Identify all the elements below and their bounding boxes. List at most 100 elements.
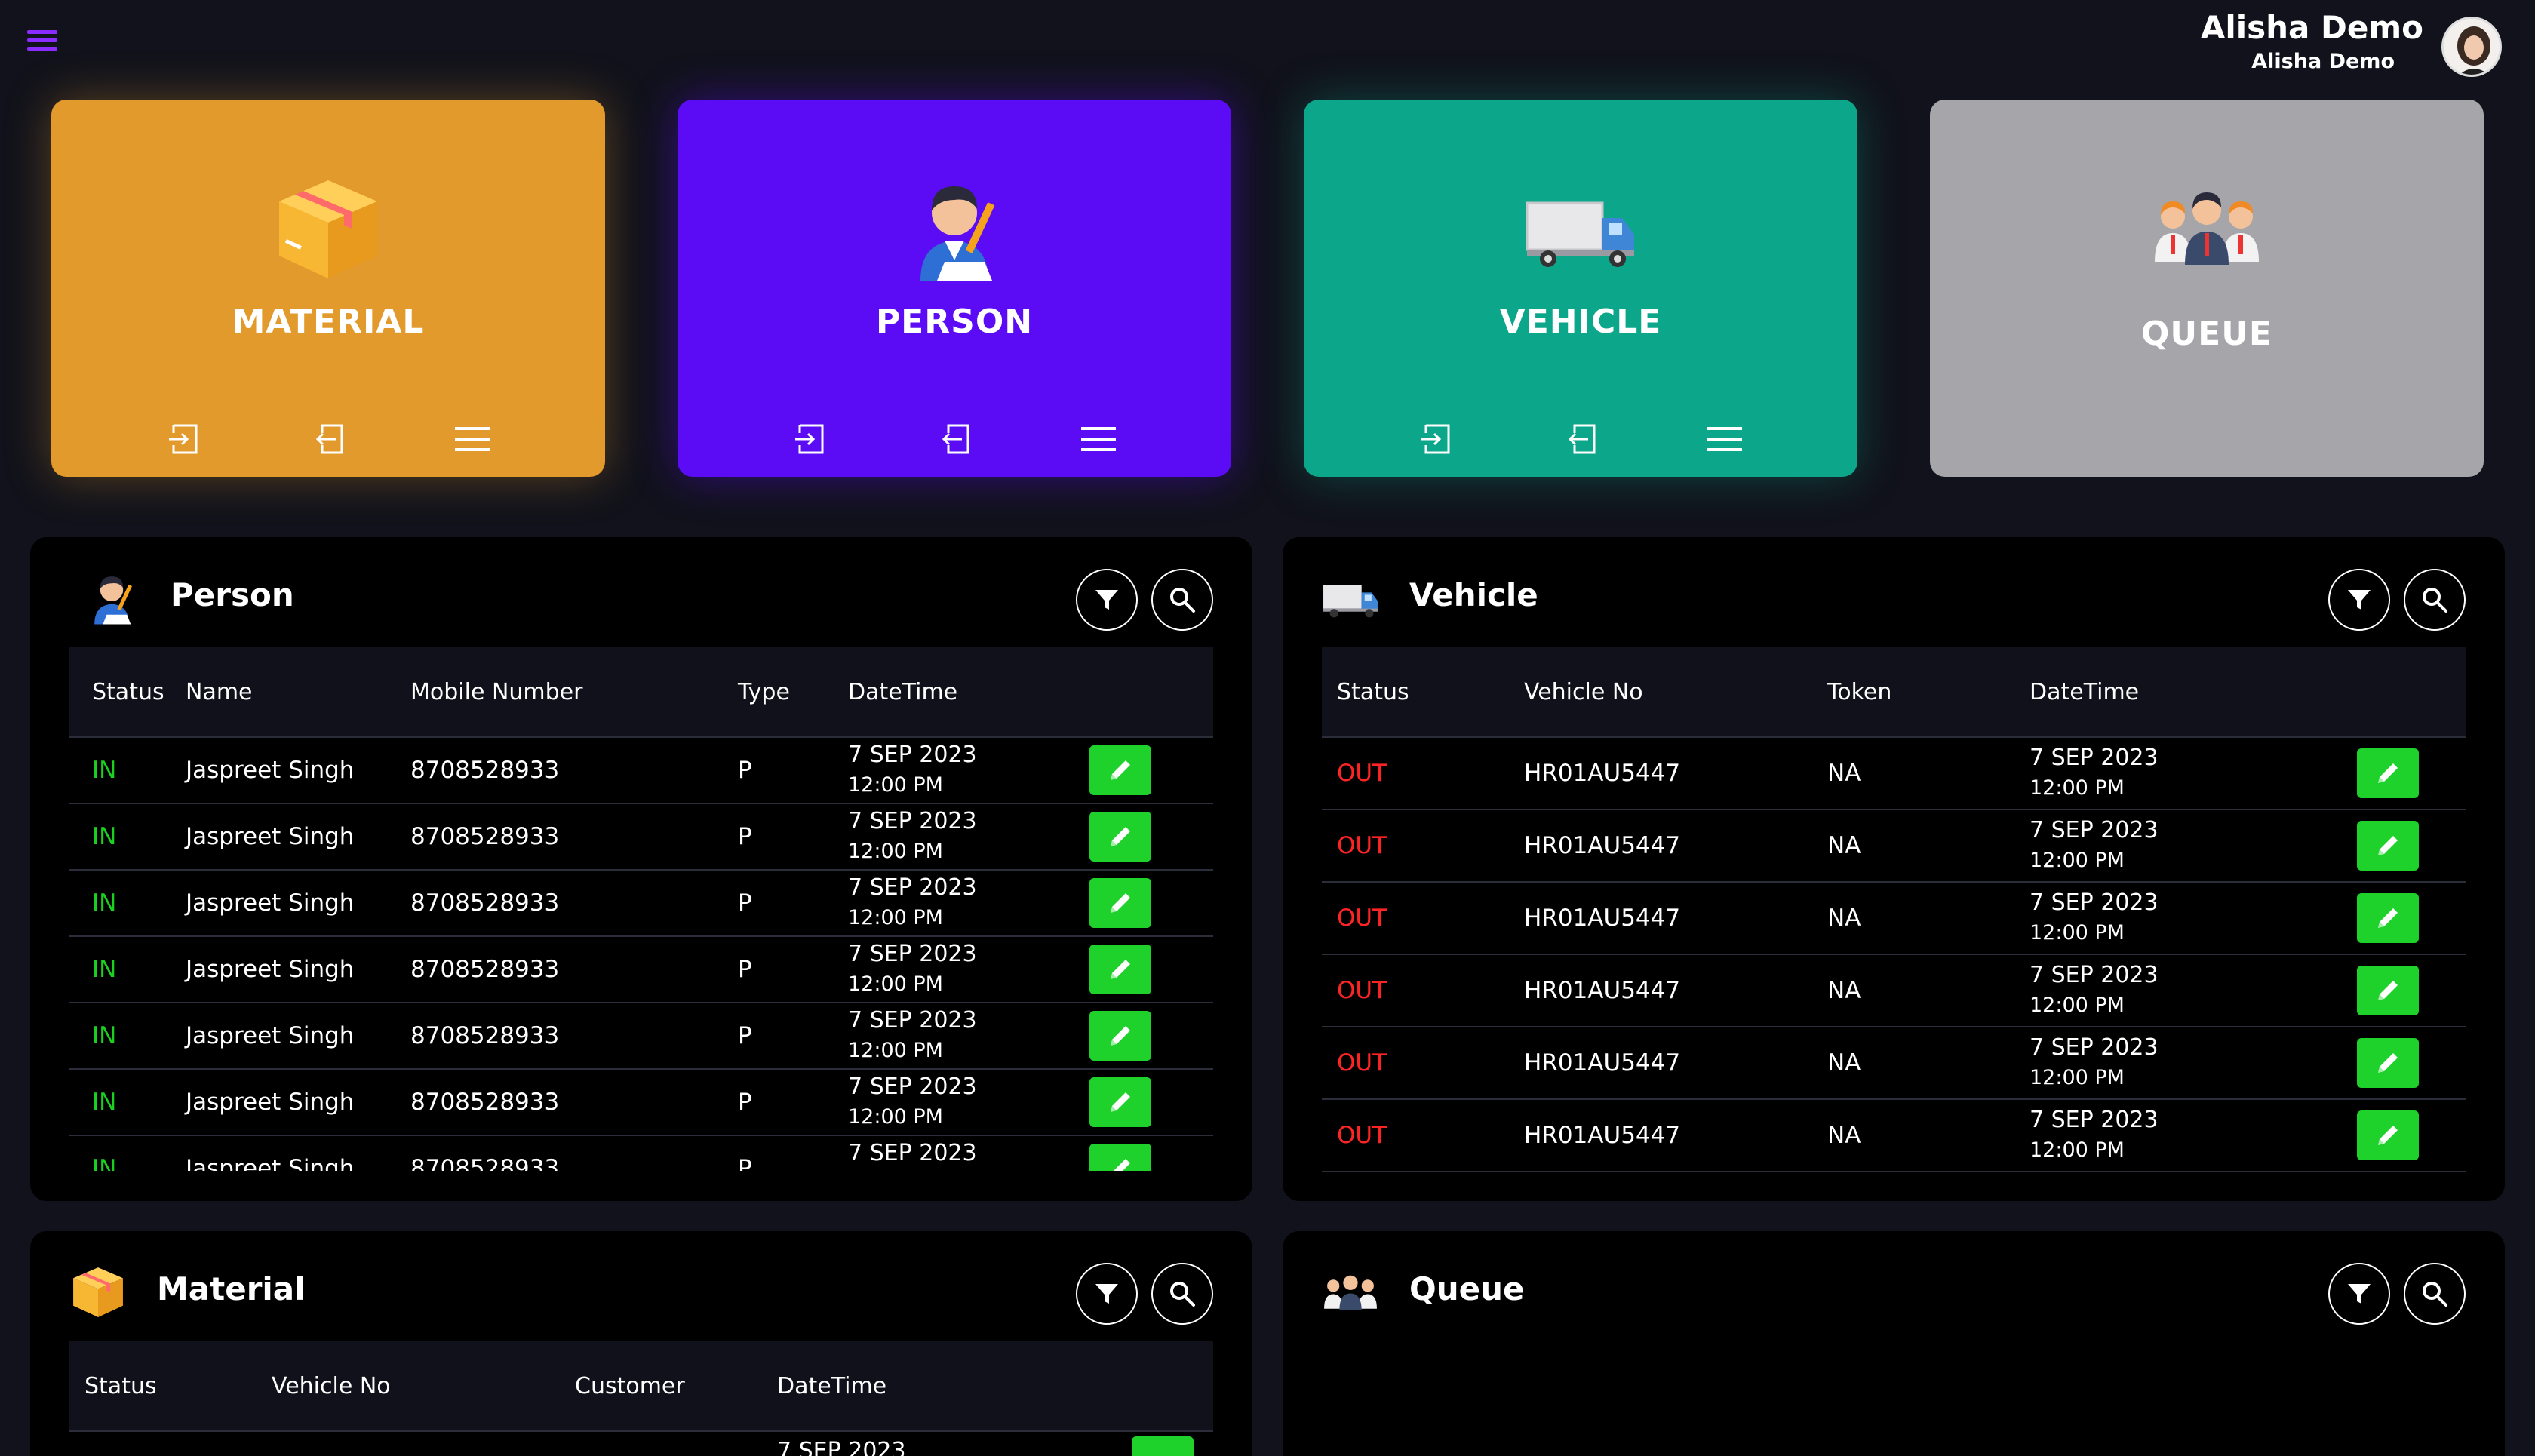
time-text: 12:00 PM: [848, 972, 943, 996]
table-row: OUT HR01AU5447 NA 7 SEP 2023 12:00 PM: [1322, 883, 2466, 955]
search-icon: [1170, 588, 1195, 613]
edit-button[interactable]: [1089, 745, 1151, 795]
edit-button[interactable]: [2357, 821, 2419, 871]
time-text: 12:00 PM: [2030, 776, 2125, 800]
pencil-icon: [1111, 960, 1130, 979]
panel-title: Material: [157, 1270, 306, 1307]
datetime: 7 SEP 2023 12:00 PM: [2030, 960, 2357, 1021]
search-icon: [2423, 1282, 2447, 1307]
mobile-cell: 8708528933: [410, 1022, 560, 1049]
status-badge: OUT: [1337, 832, 1387, 859]
check-in-icon[interactable]: [1412, 415, 1461, 463]
date-text: 7 SEP 2023: [848, 1007, 977, 1034]
name-cell: Jaspreet Singh: [186, 1089, 355, 1116]
datetime: 7 SEP 2023 12:00 PM: [2030, 1105, 2357, 1166]
list-icon[interactable]: [1701, 415, 1749, 463]
time-text: 12:00 PM: [2030, 849, 2125, 872]
tile-vehicle[interactable]: VEHICLE: [1304, 100, 1857, 477]
time-text: 12:00 PM: [2030, 921, 2125, 945]
avatar[interactable]: [2441, 17, 2502, 77]
check-out-icon[interactable]: [1556, 415, 1605, 463]
name-cell: Jaspreet Singh: [186, 823, 355, 850]
pencil-icon: [2378, 836, 2398, 855]
search-button[interactable]: [1151, 1263, 1213, 1325]
token-cell: NA: [1827, 1122, 1861, 1149]
menu-icon[interactable]: [27, 30, 57, 53]
edit-button[interactable]: [2357, 893, 2419, 943]
token-cell: NA: [1827, 977, 1861, 1004]
people-group-icon: [2155, 192, 2259, 265]
search-button[interactable]: [2404, 569, 2466, 631]
user-name: Alisha Demo: [2200, 9, 2423, 46]
date-text: 7 SEP 2023: [2030, 1107, 2159, 1133]
table-row: IN Jaspreet Singh 8708528933 P 7 SEP 2023 12:…: [69, 804, 1213, 871]
date-text: 7 SEP 2023: [2030, 889, 2159, 916]
edit-button[interactable]: [1089, 945, 1151, 994]
edit-button[interactable]: [2357, 1038, 2419, 1088]
box-icon: [73, 1267, 123, 1317]
filter-button[interactable]: [1076, 1263, 1138, 1325]
time-text: 12:00 PM: [2030, 994, 2125, 1017]
list-icon[interactable]: [448, 415, 496, 463]
check-in-icon[interactable]: [786, 415, 834, 463]
status-badge: IN: [92, 1022, 117, 1049]
filter-icon: [2348, 590, 2371, 610]
status-badge: OUT: [1337, 1049, 1387, 1077]
mobile-cell: 8708528933: [410, 889, 560, 917]
tile-label: PERSON: [875, 303, 1034, 341]
token-cell: NA: [1827, 832, 1861, 859]
filter-button[interactable]: [2328, 1263, 2390, 1325]
edit-button[interactable]: [1132, 1436, 1194, 1456]
tile-label: QUEUE: [2141, 315, 2272, 353]
list-icon[interactable]: [1074, 415, 1123, 463]
status-badge: IN: [92, 889, 117, 917]
filter-button[interactable]: [2328, 569, 2390, 631]
column-header: Type: [738, 678, 790, 705]
pencil-icon: [2378, 908, 2398, 928]
search-button[interactable]: [1151, 569, 1213, 631]
vehicle-panel: Vehicle Status Vehicle No Token DateTime…: [1283, 537, 2505, 1201]
search-button[interactable]: [2404, 1263, 2466, 1325]
check-out-icon[interactable]: [930, 415, 979, 463]
edit-button[interactable]: [2357, 966, 2419, 1015]
edit-button[interactable]: [1089, 1144, 1151, 1171]
check-out-icon[interactable]: [304, 415, 352, 463]
status-badge: IN: [92, 757, 117, 784]
table-header: Status Vehicle No Token DateTime: [1322, 647, 2466, 738]
tile-queue[interactable]: QUEUE: [1930, 100, 2484, 477]
date-text: 7 SEP 2023: [2030, 817, 2159, 843]
tile-material[interactable]: MATERIAL: [51, 100, 605, 477]
time-text: 12:00 PM: [848, 1169, 1089, 1171]
table-row: OUT HR01AU5447 NA 7 SEP 2023 12:00 PM: [1322, 1027, 2466, 1100]
status-badge: IN: [92, 1155, 117, 1171]
datetime: 7 SEP 2023 12:00 PM: [2030, 888, 2357, 948]
edit-button[interactable]: [1089, 1011, 1151, 1061]
panel-title: Queue: [1409, 1270, 1525, 1307]
name-cell: Jaspreet Singh: [186, 1022, 355, 1049]
vehicle-no-cell: HR01AU5447: [1524, 905, 1681, 932]
status-badge: OUT: [1337, 905, 1387, 932]
status-badge: OUT: [1337, 1122, 1387, 1149]
truck-icon: [1323, 585, 1378, 618]
tile-person[interactable]: PERSON: [678, 100, 1231, 477]
date-text: 7 SEP 2023: [848, 742, 977, 768]
check-in-icon[interactable]: [160, 415, 208, 463]
time-text: 12:00 PM: [848, 1039, 943, 1062]
name-cell: Jaspreet Singh: [186, 757, 355, 784]
datetime: 7 SEP 2023 12:00 PM: [848, 740, 1089, 800]
edit-button[interactable]: [2357, 748, 2419, 798]
column-header: DateTime: [848, 678, 958, 705]
edit-button[interactable]: [1089, 812, 1151, 862]
mobile-cell: 8708528933: [410, 1155, 560, 1171]
edit-button[interactable]: [2357, 1110, 2419, 1160]
pencil-icon: [2378, 1053, 2398, 1073]
edit-button[interactable]: [1089, 1077, 1151, 1127]
table-row: OUT HR01AU5447 NA 7 SEP 2023 12:00 PM: [1322, 955, 2466, 1027]
filter-button[interactable]: [1076, 569, 1138, 631]
material-panel: Material Status Vehicle No Customer Date…: [30, 1231, 1252, 1456]
edit-button[interactable]: [1089, 878, 1151, 928]
filter-icon: [1095, 1284, 1118, 1304]
pencil-icon: [1111, 827, 1130, 846]
pencil-icon: [2378, 981, 2398, 1000]
token-cell: NA: [1827, 905, 1861, 932]
